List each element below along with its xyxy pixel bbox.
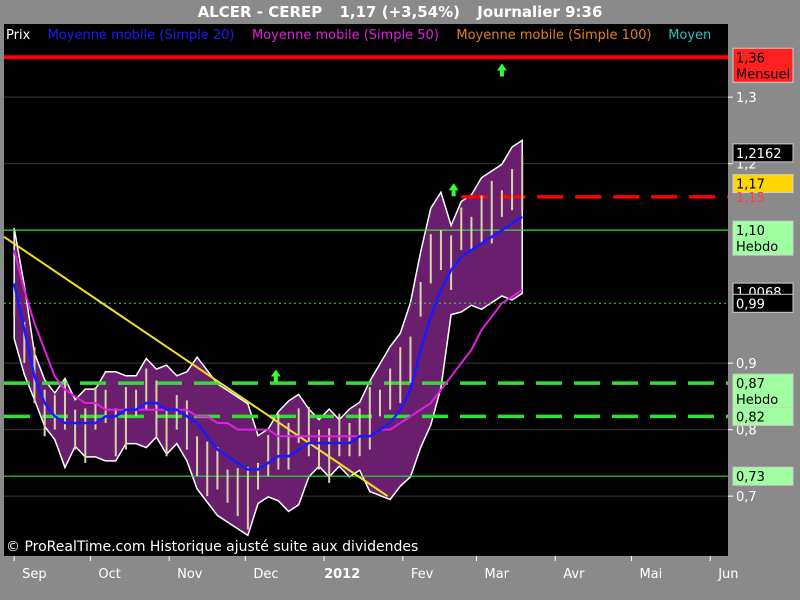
x-tick-label: Mar: [485, 567, 510, 582]
legend-item: Moyenne mobile (Simple 50): [252, 28, 439, 43]
label-hebdo-087: 0,87: [736, 377, 765, 392]
y-tick-label: 1,3: [736, 91, 757, 106]
label-level-082: 0,82: [736, 410, 765, 425]
label-level-115: 1,15: [736, 191, 765, 206]
legend-item: Moyenne mobile (Simple 100): [456, 28, 651, 43]
label-mensuel: 1,36: [736, 51, 765, 66]
legend-item: Prix: [6, 28, 31, 43]
legend-item: Moyenne mobile (Simple 20): [48, 28, 235, 43]
credit-text: © ProRealTime.com Historique ajusté suit…: [6, 539, 419, 555]
y-tick-label: 0,7: [736, 490, 757, 505]
price-chart[interactable]: 1,31,20,90,80,7Sep Oct Nov Dec 2012 Fev Mar Avr…: [0, 0, 800, 600]
label-hebdo-110-sub: Hebdo: [736, 240, 778, 255]
x-tick-label: Sep: [22, 567, 47, 582]
x-tick-label: Fev: [411, 567, 434, 582]
label-upper-band: 1,2162: [736, 147, 782, 162]
label-level-099: 0,99: [736, 297, 765, 312]
legend-item: Moyen: [668, 28, 711, 43]
label-hebdo-087-sub: Hebdo: [736, 393, 778, 408]
x-tick-label: Mai: [639, 567, 662, 582]
y-tick-label: 0,8: [736, 424, 757, 439]
label-mensuel-sub: Mensuel: [736, 67, 790, 82]
x-tick-label: Nov: [177, 567, 203, 582]
y-tick-label: 0,9: [736, 357, 757, 372]
x-tick-label: Avr: [563, 567, 585, 582]
x-tick-label: 2012: [324, 567, 360, 582]
legend: Prix Moyenne mobile (Simple 20) Moyenne mo…: [6, 28, 711, 43]
label-level-073: 0,73: [736, 470, 765, 485]
x-tick-label: Dec: [253, 567, 278, 582]
label-hebdo-110: 1,10: [736, 224, 765, 239]
x-tick-label: Oct: [98, 567, 120, 582]
x-tick-label: Jun: [717, 567, 738, 582]
